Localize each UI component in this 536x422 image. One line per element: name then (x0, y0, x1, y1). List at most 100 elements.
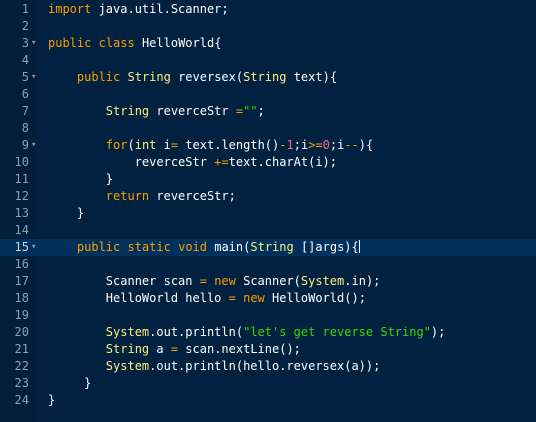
code-token: HelloWorld(); (264, 291, 366, 305)
code-token: text.charAt(i); (228, 155, 337, 169)
code-token: text.length() (178, 138, 280, 152)
code-line[interactable]: 21 String a = scan.nextLine(); (0, 341, 536, 358)
code-token: import (48, 2, 92, 16)
code-line[interactable]: 9 ▾ for(int i= text.length()-1;i>=0;i--){ (0, 137, 536, 154)
code-text: public String reversex(String text){ (48, 69, 337, 86)
code-token: >= (308, 138, 323, 152)
code-text: System.out.println(hello.reversex(a)); (48, 358, 381, 375)
code-text: } (48, 392, 55, 409)
code-token: reversex( (170, 70, 244, 84)
code-token: "let's get reverse String" (243, 325, 431, 339)
code-token: i (156, 138, 171, 152)
code-line[interactable]: 14 (0, 222, 536, 239)
line-number: 10 (14, 155, 29, 169)
code-text: return reverceStr; (48, 188, 236, 205)
code-token: } (84, 376, 92, 390)
code-token: main( (207, 240, 251, 254)
code-token: a (149, 342, 171, 356)
code-line[interactable]: 5 ▾ public String reversex(String text){ (0, 69, 536, 86)
code-token: ; (257, 104, 265, 118)
code-text: HelloWorld hello = new HelloWorld(); (48, 290, 366, 307)
code-text: System.out.println("let's get reverse St… (48, 324, 446, 341)
code-line[interactable]: 2 (0, 18, 536, 35)
code-text: Scanner scan = new Scanner(System.in); (48, 273, 381, 290)
code-token: 0 (322, 138, 330, 152)
code-line[interactable]: 10 reverceStr +=text.charAt(i); (0, 154, 536, 171)
code-line[interactable]: 8 (0, 120, 536, 137)
line-number: 15 (14, 240, 29, 254)
code-token: int (134, 138, 157, 152)
code-token: = (228, 291, 236, 305)
code-token: String (243, 70, 287, 84)
code-line[interactable]: 16 (0, 256, 536, 273)
code-line[interactable]: 24} (0, 392, 536, 409)
code-token: ;i (329, 138, 345, 152)
line-number: 12 (14, 189, 29, 203)
code-line[interactable]: 13 } (0, 205, 536, 222)
code-line[interactable]: 3 ▾ public class HelloWorld{ (0, 35, 536, 52)
code-text: } (48, 171, 113, 188)
code-lines[interactable]: 1 import java.util.Scanner; 2 3 ▾ public clas… (0, 0, 536, 409)
code-token: } (48, 172, 114, 186)
code-token: String (127, 70, 171, 84)
code-line[interactable]: 18 HelloWorld hello = new HelloWorld(); (0, 290, 536, 307)
code-line[interactable]: 17 Scanner scan = new Scanner(System.in)… (0, 273, 536, 290)
fold-toggle-icon[interactable]: ▾ (31, 239, 37, 256)
code-line[interactable]: 1 import java.util.Scanner; (0, 1, 536, 18)
code-text: reverceStr +=text.charAt(i); (48, 154, 337, 171)
code-token: String (250, 240, 294, 254)
code-line[interactable]: 7 String reverceStr =""; (0, 103, 536, 120)
line-number: 5 (21, 70, 29, 84)
code-line[interactable]: 12 return reverceStr; (0, 188, 536, 205)
code-line[interactable]: 11 } (0, 171, 536, 188)
code-token: static (127, 240, 171, 254)
code-token: java.util.Scanner; (91, 2, 229, 16)
code-token: Scanner scan (48, 274, 200, 288)
code-text: String reverceStr =""; (48, 103, 265, 120)
code-token: reverceStr (149, 104, 236, 118)
text-cursor (358, 240, 360, 253)
line-number: 18 (14, 291, 29, 305)
code-token: .out.println(hello.reversex(a)); (149, 359, 381, 373)
code-token: System (105, 359, 150, 373)
code-line[interactable]: 4 (0, 52, 536, 69)
code-token: System (105, 325, 150, 339)
code-token: public (48, 36, 92, 50)
code-text: } (48, 375, 91, 392)
code-line[interactable]: 6 (0, 86, 536, 103)
fold-toggle-icon[interactable]: ▾ (31, 35, 37, 52)
code-line[interactable]: 19 (0, 307, 536, 324)
code-token: = (235, 104, 244, 118)
code-token: = (199, 274, 207, 288)
line-number: 16 (14, 257, 29, 271)
line-number: 13 (14, 206, 29, 220)
code-text: String a = scan.nextLine(); (48, 341, 301, 358)
code-line[interactable]: 23 } (0, 375, 536, 392)
code-token: Scanner( (235, 274, 301, 288)
code-line[interactable]: 22 System.out.println(hello.reversex(a))… (0, 358, 536, 375)
line-number: 1 (21, 2, 29, 16)
code-line[interactable]: 20 System.out.println("let's get reverse… (0, 324, 536, 341)
code-editor[interactable]: 1 import java.util.Scanner; 2 3 ▾ public clas… (0, 0, 536, 422)
code-text: } (48, 205, 84, 222)
code-token: HelloWorld hello (48, 291, 229, 305)
code-text: for(int i= text.length()-1;i>=0;i--){ (48, 137, 373, 154)
code-token: } (48, 393, 56, 407)
code-token: void (178, 240, 207, 254)
code-token: ){ (358, 138, 374, 152)
line-number: 4 (21, 53, 29, 67)
fold-toggle-icon[interactable]: ▾ (31, 69, 37, 86)
line-number: 9 (21, 138, 29, 152)
line-number: 24 (14, 393, 29, 407)
code-token: ( (127, 138, 135, 152)
code-token: public (76, 70, 121, 84)
code-token: .in); (344, 274, 381, 288)
code-token: []args){ (293, 240, 359, 254)
code-token: ;i (293, 138, 309, 152)
fold-toggle-icon[interactable]: ▾ (31, 137, 37, 154)
code-line[interactable]: 15 ▾ public static void main(String []arg… (0, 239, 536, 256)
